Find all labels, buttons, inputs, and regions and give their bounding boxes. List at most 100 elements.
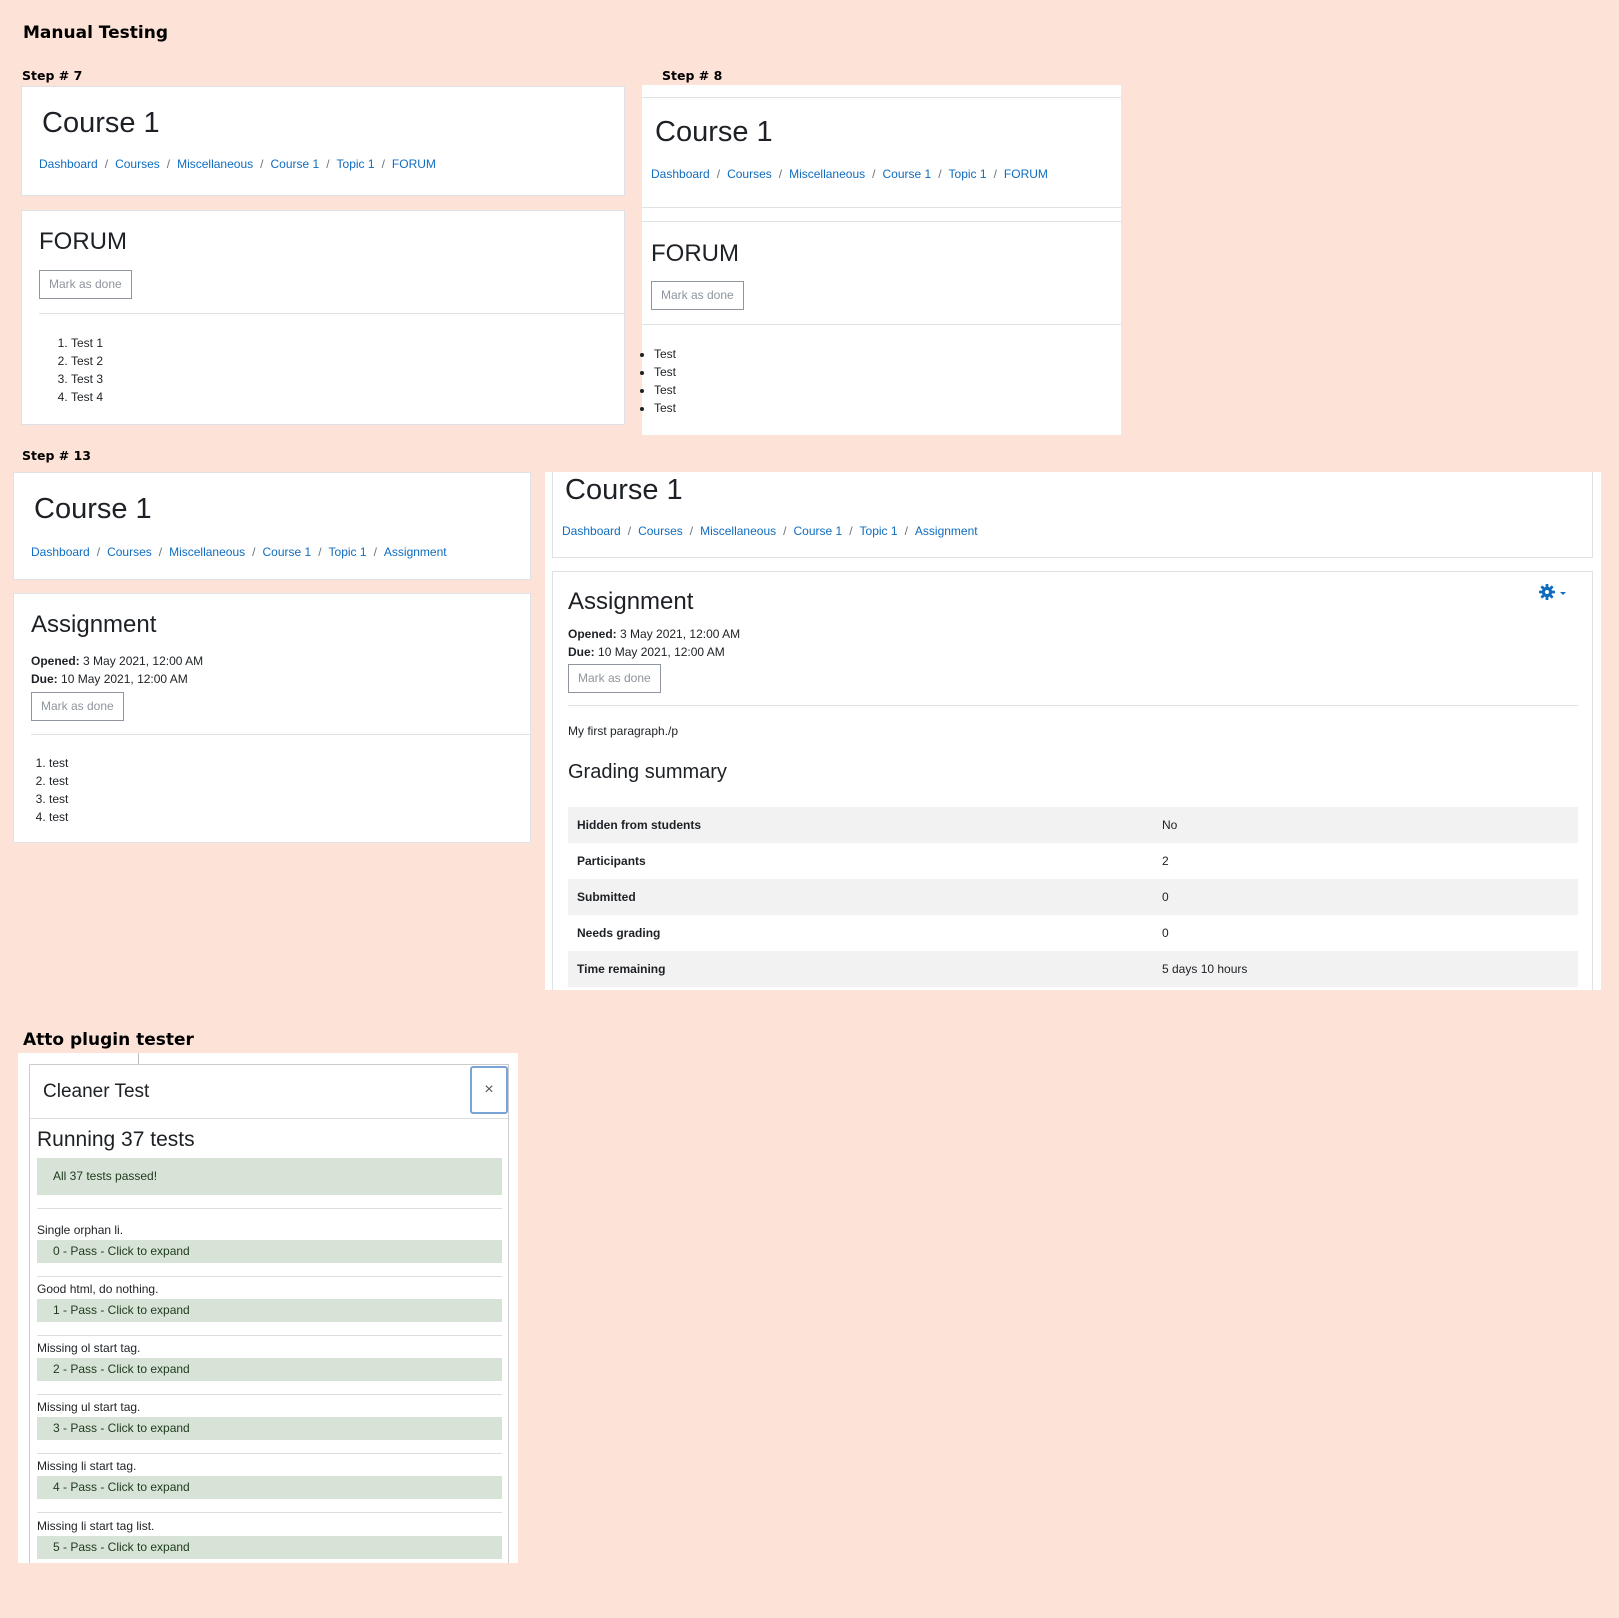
row-label: Submitted — [568, 879, 1153, 915]
mark-as-done-button[interactable]: Mark as done — [31, 692, 124, 721]
breadcrumb-topic[interactable]: Topic 1 — [337, 157, 375, 171]
breadcrumb-course[interactable]: Course 1 — [270, 157, 319, 171]
breadcrumb-topic[interactable]: Topic 1 — [329, 545, 367, 559]
breadcrumb-miscellaneous[interactable]: Miscellaneous — [169, 545, 245, 559]
test-result-toggle[interactable]: 5 - Pass - Click to expand — [37, 1536, 502, 1559]
module-title: FORUM — [39, 228, 127, 255]
list-item: test — [49, 808, 68, 826]
table-row: Submitted 0 — [568, 879, 1578, 915]
atto-heading: Atto plugin tester — [23, 1030, 194, 1050]
divider — [30, 1118, 508, 1119]
step8-panel: Course 1 Dashboard / Courses / Miscellaneous… — [642, 85, 1121, 435]
grading-summary-table: Hidden from students No Participants 2 Sub… — [568, 807, 1578, 987]
test-result-toggle[interactable]: 1 - Pass - Click to expand — [37, 1299, 502, 1322]
row-label: Time remaining — [568, 951, 1153, 987]
module-title: FORUM — [651, 240, 739, 267]
bullet-list: Test Test Test Test — [630, 345, 676, 417]
mark-as-done-button[interactable]: Mark as done — [39, 270, 132, 299]
breadcrumb-assignment[interactable]: Assignment — [915, 524, 978, 538]
test-name: Missing ul start tag. — [37, 1400, 141, 1414]
breadcrumb: Dashboard / Courses / Miscellaneous / Course 1… — [39, 157, 436, 171]
list-item: Test — [654, 363, 676, 381]
step13-header-panel: Course 1 Dashboard / Courses / Miscellaneous… — [13, 472, 531, 580]
breadcrumb-courses[interactable]: Courses — [638, 524, 683, 538]
row-value: 0 — [1153, 879, 1578, 915]
breadcrumb-forum[interactable]: FORUM — [392, 157, 436, 171]
list-item: test — [49, 754, 68, 772]
list-item: test — [49, 790, 68, 808]
list-item: Test — [654, 381, 676, 399]
test-result-toggle[interactable]: 2 - Pass - Click to expand — [37, 1358, 502, 1381]
assignment-dates: Opened: 3 May 2021, 12:00 AM Due: 10 May… — [568, 626, 740, 661]
assignment-dates: Opened: 3 May 2021, 12:00 AM Due: 10 May… — [31, 653, 203, 688]
step8-heading: Step # 8 — [662, 68, 723, 83]
divider — [568, 705, 1578, 706]
opened-label: Opened: — [31, 654, 80, 668]
breadcrumb-courses[interactable]: Courses — [115, 157, 160, 171]
breadcrumb-assignment[interactable]: Assignment — [384, 545, 447, 559]
breadcrumb-miscellaneous[interactable]: Miscellaneous — [700, 524, 776, 538]
close-button[interactable]: × — [470, 1066, 508, 1114]
mark-as-done-button[interactable]: Mark as done — [568, 664, 661, 693]
divider — [37, 1453, 502, 1454]
test-result-toggle[interactable]: 4 - Pass - Click to expand — [37, 1476, 502, 1499]
breadcrumb: Dashboard / Courses / Miscellaneous / Course 1… — [562, 524, 978, 538]
list-item: Test 3 — [71, 370, 103, 388]
breadcrumb-dashboard[interactable]: Dashboard — [39, 157, 98, 171]
breadcrumb: Dashboard / Courses / Miscellaneous / Course 1… — [651, 167, 1048, 181]
list-item: Test — [654, 399, 676, 417]
breadcrumb-dashboard[interactable]: Dashboard — [562, 524, 621, 538]
breadcrumb-forum[interactable]: FORUM — [1004, 167, 1048, 181]
divider — [642, 324, 1121, 325]
divider — [39, 313, 626, 314]
mark-as-done-button[interactable]: Mark as done — [651, 281, 744, 310]
row-value: No — [1153, 807, 1578, 843]
table-row: Hidden from students No — [568, 807, 1578, 843]
running-title: Running 37 tests — [37, 1128, 195, 1151]
due-label: Due: — [31, 671, 58, 686]
row-value: 2 — [1162, 854, 1169, 868]
breadcrumb-courses[interactable]: Courses — [107, 545, 152, 559]
breadcrumb-dashboard[interactable]: Dashboard — [31, 545, 90, 559]
breadcrumb-topic[interactable]: Topic 1 — [949, 167, 987, 181]
step7-content-panel: FORUM Mark as done Test 1 Test 2 Test 3 … — [21, 210, 626, 425]
page-title: Course 1 — [34, 493, 152, 525]
dialog-title: Cleaner Test — [43, 1081, 150, 1102]
divider — [37, 1276, 502, 1277]
table-row: Participants 2 — [568, 843, 1578, 879]
table-row: Time remaining 5 days 10 hours — [568, 951, 1578, 987]
breadcrumb-course[interactable]: Course 1 — [882, 167, 931, 181]
manual-testing-heading: Manual Testing — [23, 23, 169, 43]
page-title: Course 1 — [655, 116, 773, 148]
caret-down-icon — [1560, 592, 1566, 595]
breadcrumb-dashboard[interactable]: Dashboard — [651, 167, 710, 181]
due-label: Due: — [568, 644, 595, 659]
step7-header-panel: Course 1 Dashboard / Courses / Miscellaneous… — [21, 86, 625, 196]
grading-summary-title: Grading summary — [568, 761, 727, 783]
list-item: test — [49, 772, 68, 790]
breadcrumb-course[interactable]: Course 1 — [262, 545, 311, 559]
test-name: Missing ol start tag. — [37, 1341, 141, 1355]
breadcrumb-miscellaneous[interactable]: Miscellaneous — [177, 157, 253, 171]
test-result-toggle[interactable]: 0 - Pass - Click to expand — [37, 1240, 502, 1263]
breadcrumb-course[interactable]: Course 1 — [793, 524, 842, 538]
page-title: Course 1 — [565, 474, 683, 506]
list-item: Test 4 — [71, 388, 103, 406]
divider — [642, 97, 1121, 98]
breadcrumb-courses[interactable]: Courses — [727, 167, 772, 181]
opened-value: 3 May 2021, 12:00 AM — [620, 627, 741, 641]
gear-menu-button[interactable] — [1538, 582, 1572, 602]
divider — [642, 221, 1121, 222]
divider — [37, 1335, 502, 1336]
module-title: Assignment — [568, 588, 694, 615]
test-result-toggle[interactable]: 3 - Pass - Click to expand — [37, 1417, 502, 1440]
opened-value: 3 May 2021, 12:00 AM — [83, 654, 204, 668]
divider — [642, 207, 1121, 208]
row-value: 5 days 10 hours — [1153, 951, 1578, 987]
breadcrumb-topic[interactable]: Topic 1 — [860, 524, 898, 538]
divider — [37, 1208, 502, 1209]
test-name: Missing li start tag. — [37, 1459, 137, 1473]
breadcrumb-miscellaneous[interactable]: Miscellaneous — [789, 167, 865, 181]
atto-dialog: Cleaner Test × Running 37 tests All 37 t… — [18, 1053, 518, 1563]
divider — [31, 734, 531, 735]
